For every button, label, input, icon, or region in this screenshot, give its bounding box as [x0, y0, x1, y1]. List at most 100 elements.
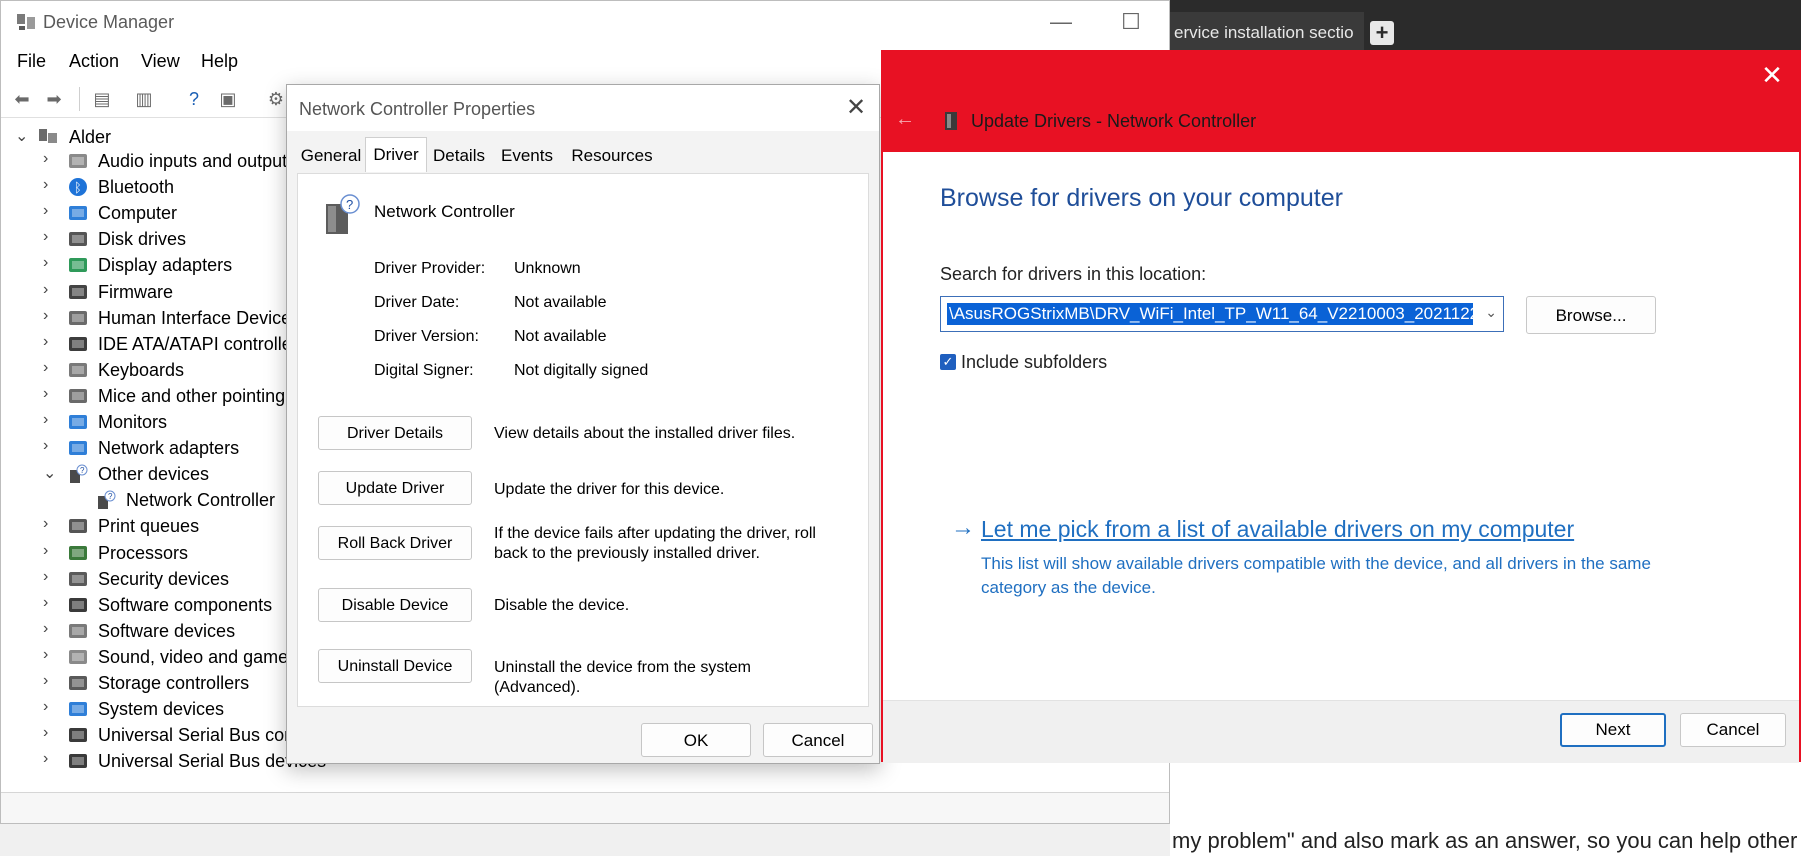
chevron-right-icon[interactable]: › — [43, 672, 59, 690]
tree-category[interactable]: › Firmware — [1, 280, 291, 306]
window-title: Device Manager — [43, 12, 175, 32]
chevron-right-icon[interactable]: › — [43, 176, 59, 194]
printer-icon — [69, 519, 87, 534]
chevron-right-icon[interactable]: › — [43, 568, 59, 586]
back-arrow-icon[interactable]: ← — [895, 108, 915, 131]
maximize-button[interactable]: ☐ — [1101, 7, 1161, 37]
document-icon[interactable]: ▥ — [131, 87, 157, 111]
chevron-down-icon[interactable]: ⌄ — [15, 126, 31, 146]
processor-icon — [69, 545, 87, 560]
chevron-right-icon[interactable]: › — [43, 254, 59, 272]
tree-category[interactable]: › Display adapters — [1, 253, 291, 279]
chevron-right-icon[interactable]: › — [43, 411, 59, 429]
cancel-button[interactable]: Cancel — [763, 723, 873, 757]
tree-category[interactable]: › Security devices — [1, 567, 291, 593]
chevron-right-icon[interactable]: › — [43, 698, 59, 716]
menu-file[interactable]: File — [17, 51, 46, 72]
tree-category[interactable]: › Universal Serial Bus controllers — [1, 723, 348, 749]
ok-button[interactable]: OK — [641, 723, 751, 757]
next-button[interactable]: Next — [1560, 713, 1666, 747]
chevron-right-icon[interactable]: › — [43, 333, 59, 351]
tab-resources[interactable]: Resources — [567, 141, 657, 171]
tree-child-item[interactable]: ? Network Controller — [1, 488, 291, 514]
cancel-button[interactable]: Cancel — [1680, 713, 1786, 747]
pick-from-list-link[interactable]: Let me pick from a list of available dri… — [981, 516, 1574, 543]
close-icon[interactable]: ✕ — [841, 93, 871, 123]
chevron-right-icon[interactable]: › — [43, 359, 59, 377]
disable-device-button[interactable]: Disable Device — [318, 588, 472, 622]
tree-category[interactable]: › Processors — [1, 541, 291, 567]
chevron-right-icon[interactable]: › — [43, 437, 59, 455]
minimize-button[interactable]: — — [1031, 7, 1091, 37]
tree-category[interactable]: › Sound, video and game controllers — [1, 645, 376, 671]
tab-details[interactable]: Details — [427, 141, 491, 171]
include-subfolders-checkbox[interactable]: ✓ — [940, 354, 956, 370]
chevron-right-icon[interactable]: › — [43, 202, 59, 220]
tree-category[interactable]: › Storage controllers — [1, 671, 291, 697]
chevron-right-icon[interactable]: › — [43, 515, 59, 533]
chevron-right-icon[interactable]: › — [43, 542, 59, 560]
tree-category[interactable]: › Monitors — [1, 410, 291, 436]
browser-tab[interactable]: ervice installation sectio — [1170, 12, 1364, 54]
unknown-device-icon: ? — [326, 194, 360, 234]
menu-view[interactable]: View — [141, 51, 180, 72]
chevron-right-icon[interactable]: › — [43, 281, 59, 299]
tree-category[interactable]: › Network adapters — [1, 436, 291, 462]
properties-icon[interactable]: ▤ — [89, 87, 115, 111]
tab-general[interactable]: General — [299, 141, 363, 171]
driver-details-desc: View details about the installed driver … — [494, 425, 796, 442]
tree-category[interactable]: › Software devices — [1, 619, 291, 645]
tab-driver[interactable]: Driver — [365, 137, 427, 172]
browse-button[interactable]: Browse... — [1526, 296, 1656, 334]
chevron-right-icon[interactable]: › — [43, 150, 59, 168]
tree-category[interactable]: › System devices — [1, 697, 291, 723]
tree-category[interactable]: ⌄? Other devices — [1, 462, 291, 488]
tree-item-label: Display adapters — [98, 255, 233, 276]
back-arrow-icon[interactable]: ⬅ — [9, 87, 35, 111]
include-subfolders-label[interactable]: Include subfolders — [961, 352, 1107, 373]
forward-arrow-icon[interactable]: ➡ — [41, 87, 67, 111]
driver-details-button[interactable]: Driver Details — [318, 416, 472, 450]
tree-item-label: Security devices — [98, 568, 230, 589]
tree-category[interactable]: › Universal Serial Bus devices — [1, 749, 326, 775]
menu-action[interactable]: Action — [69, 51, 119, 72]
driver-path-combobox[interactable]: \AsusROGStrixMB\DRV_WiFi_Intel_TP_W11_64… — [940, 296, 1504, 332]
tab-events[interactable]: Events — [495, 141, 559, 171]
update-icon[interactable]: ▣ — [215, 87, 241, 111]
tree-item-label: IDE ATA/ATAPI controllers — [98, 333, 307, 354]
help-icon[interactable]: ? — [181, 87, 207, 111]
tree-root[interactable]: ⌄ Alder — [1, 125, 291, 151]
tree-category[interactable]: › Computer — [1, 201, 291, 227]
tree-category[interactable]: › Keyboards — [1, 358, 291, 384]
uninstall-device-button[interactable]: Uninstall Device — [318, 649, 472, 683]
chevron-right-icon[interactable]: › — [43, 724, 59, 742]
chevron-right-icon[interactable]: › — [43, 594, 59, 612]
tree-item-label: Bluetooth — [98, 177, 175, 198]
chevron-right-icon[interactable]: › — [43, 228, 59, 246]
chevron-right-icon[interactable]: › — [43, 750, 59, 768]
update-driver-button[interactable]: Update Driver — [318, 471, 472, 505]
tree-category[interactable]: › Audio inputs and outputs — [1, 149, 296, 175]
tree-category[interactable]: › Mice and other pointing devices — [1, 384, 351, 410]
close-icon[interactable]: ✕ — [1757, 60, 1787, 91]
tree-category[interactable]: › Software components — [1, 593, 291, 619]
driver-path-value[interactable]: \AsusROGStrixMB\DRV_WiFi_Intel_TP_W11_64… — [947, 303, 1473, 325]
chevron-right-icon[interactable]: › — [43, 620, 59, 638]
chevron-down-icon[interactable]: ⌄ — [43, 463, 59, 483]
tree-root-label: Alder — [69, 127, 112, 147]
chevron-right-icon[interactable]: › — [43, 385, 59, 403]
wizard-header: ✕ ← Update Drivers - Network Controller — [883, 52, 1799, 152]
tree-category[interactable]: › Print queues — [1, 514, 291, 540]
chevron-right-icon[interactable]: › — [43, 307, 59, 325]
chevron-down-icon[interactable]: ⌄ — [1485, 304, 1497, 321]
tree-category[interactable]: › IDE ATA/ATAPI controllers — [1, 332, 307, 358]
chevron-right-icon[interactable]: › — [43, 646, 59, 664]
arrow-right-icon: → — [951, 514, 975, 541]
new-tab-button[interactable]: + — [1370, 21, 1394, 45]
menu-help[interactable]: Help — [201, 51, 238, 72]
tree-category[interactable]: › ᛒ Bluetooth — [1, 175, 291, 201]
tree-category[interactable]: › Disk drives — [1, 227, 291, 253]
tree-category[interactable]: › Human Interface Devices — [1, 306, 300, 332]
roll-back-driver-button[interactable]: Roll Back Driver — [318, 526, 472, 560]
speaker-icon — [69, 649, 87, 664]
